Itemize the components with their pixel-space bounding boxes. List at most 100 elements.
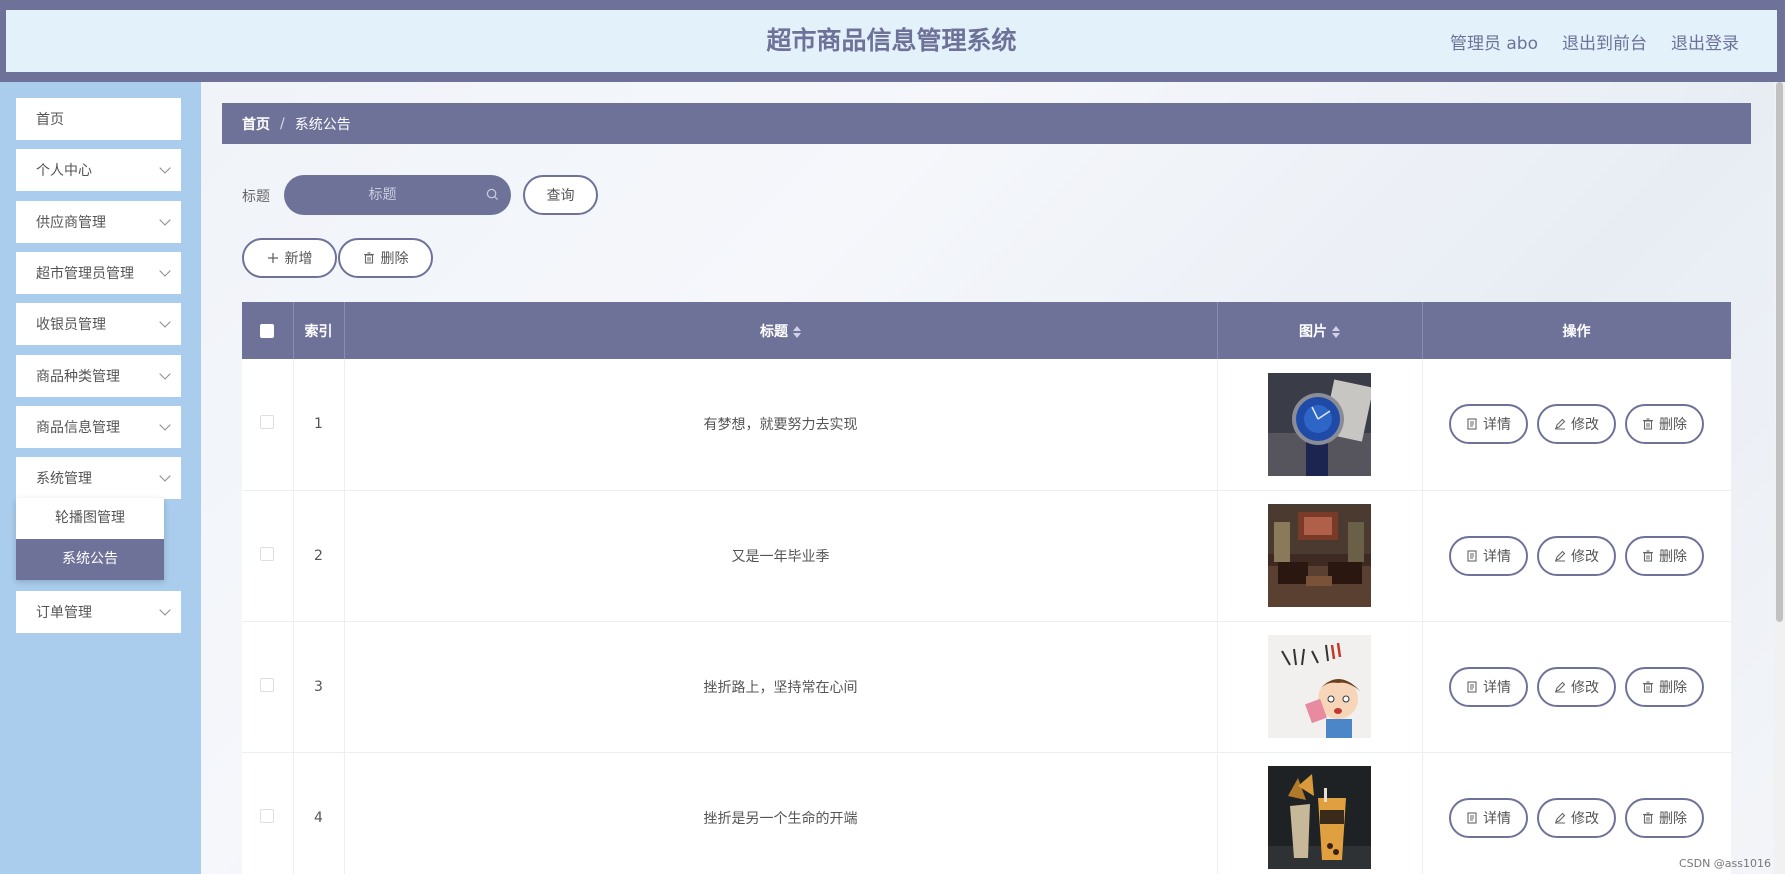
- chevron-down-icon: [159, 162, 171, 174]
- column-header-actions: 操作: [1422, 302, 1731, 359]
- trash-icon: [363, 252, 374, 264]
- sidebar-item-store-admin[interactable]: 超市管理员管理: [16, 252, 181, 294]
- delete-button[interactable]: 删除: [1625, 666, 1704, 707]
- edit-label: 修改: [1571, 548, 1599, 565]
- batch-delete-button[interactable]: 删除: [338, 238, 433, 278]
- trash-icon: [1643, 549, 1653, 562]
- column-header-image[interactable]: 图片: [1217, 302, 1423, 359]
- column-header-index: 索引: [293, 302, 345, 359]
- column-header-title[interactable]: 标题: [344, 302, 1218, 359]
- table-row: 2 又是一年毕业季 详情 修改 删除: [242, 490, 1731, 622]
- delete-label: 删除: [1659, 679, 1687, 696]
- sidebar-item-category[interactable]: 商品种类管理: [16, 355, 181, 397]
- edit-button[interactable]: 修改: [1537, 535, 1616, 576]
- detail-button[interactable]: 详情: [1449, 797, 1528, 838]
- document-icon: [1467, 680, 1477, 693]
- submenu-item-announcement[interactable]: 系统公告: [16, 539, 164, 580]
- submenu-item-carousel[interactable]: 轮播图管理: [16, 498, 164, 539]
- sidebar-item-system[interactable]: 系统管理: [16, 457, 181, 499]
- row-actions-cell: 详情 修改 删除: [1422, 490, 1731, 622]
- edit-button[interactable]: 修改: [1537, 404, 1616, 445]
- delete-button[interactable]: 删除: [1625, 797, 1704, 838]
- sidebar-item-label: 系统管理: [36, 471, 92, 487]
- row-checkbox[interactable]: [260, 546, 275, 561]
- row-checkbox[interactable]: [260, 808, 275, 823]
- select-all-checkbox[interactable]: [260, 323, 275, 338]
- row-actions-cell: 详情 修改 删除: [1422, 752, 1731, 874]
- exit-to-front-link[interactable]: 退出到前台: [1562, 29, 1647, 54]
- trash-icon: [1643, 680, 1653, 693]
- pencil-icon: [1555, 550, 1566, 561]
- document-icon: [1467, 811, 1477, 824]
- sidebar-item-label: 商品种类管理: [36, 369, 120, 385]
- search-box: [284, 175, 511, 215]
- add-button-label: 新增: [284, 251, 313, 267]
- scrollbar-thumb[interactable]: [1776, 82, 1783, 622]
- detail-label: 详情: [1483, 548, 1511, 565]
- sidebar-item-orders[interactable]: 订单管理: [16, 591, 181, 633]
- sort-icon[interactable]: [793, 325, 801, 339]
- search-icon: [486, 188, 499, 201]
- row-index: 1: [293, 359, 345, 491]
- column-header-label: 图片: [1299, 323, 1327, 340]
- detail-label: 详情: [1483, 810, 1511, 827]
- chevron-down-icon: [159, 419, 171, 431]
- row-index: 3: [293, 621, 345, 753]
- document-icon: [1467, 418, 1477, 430]
- row-image-cell: [1217, 490, 1423, 622]
- chevron-down-icon: [159, 214, 171, 226]
- page-scrollbar[interactable]: [1774, 82, 1785, 874]
- delete-button[interactable]: 删除: [1625, 535, 1704, 576]
- row-image-cell: [1217, 359, 1423, 491]
- detail-label: 详情: [1483, 679, 1511, 696]
- sidebar-item-label: 收银员管理: [36, 317, 106, 333]
- trash-icon: [1643, 418, 1653, 430]
- search-input[interactable]: [284, 175, 511, 215]
- sidebar-item-supplier[interactable]: 供应商管理: [16, 201, 181, 243]
- breadcrumb-home[interactable]: 首页: [242, 114, 270, 134]
- cartoon-photo: [1268, 635, 1371, 738]
- detail-button[interactable]: 详情: [1449, 535, 1528, 576]
- breadcrumb-current: 系统公告: [294, 116, 351, 133]
- system-submenu: 轮播图管理 系统公告: [16, 498, 164, 580]
- sort-icon[interactable]: [1332, 325, 1340, 339]
- watermark: CSDN @ass1016: [1678, 857, 1771, 870]
- sidebar-item-personal-center[interactable]: 个人中心: [16, 149, 181, 191]
- row-image-cell: [1217, 752, 1423, 874]
- sidebar-item-cashier[interactable]: 收银员管理: [16, 303, 181, 345]
- delete-button[interactable]: 删除: [1625, 404, 1704, 445]
- chevron-down-icon: [159, 316, 171, 328]
- row-checkbox[interactable]: [260, 415, 275, 430]
- header-links: 管理员 abo 退出到前台 退出登录: [1450, 10, 1739, 72]
- plus-icon: [267, 253, 278, 263]
- sidebar-item-goods-info[interactable]: 商品信息管理: [16, 406, 181, 448]
- interior-photo: [1268, 504, 1371, 607]
- edit-label: 修改: [1571, 810, 1599, 827]
- chevron-down-icon: [159, 604, 171, 616]
- row-checkbox[interactable]: [260, 677, 275, 692]
- watch-photo: [1268, 372, 1371, 476]
- sidebar: 首页 个人中心 供应商管理 超市管理员管理 收银员管理 商品种类管理 商品信息管…: [0, 82, 201, 874]
- row-index: 2: [293, 490, 345, 622]
- query-button-label: 查询: [546, 188, 575, 204]
- table-row: 1 有梦想，就要努力去实现 详情 修改 删除: [242, 359, 1731, 491]
- sidebar-item-label: 首页: [36, 112, 64, 128]
- detail-button[interactable]: 详情: [1449, 666, 1528, 707]
- table-row: 4 挫折是另一个生命的开端 详情 修改 删除: [242, 752, 1731, 874]
- detail-label: 详情: [1483, 417, 1511, 434]
- breadcrumb-separator: /: [280, 115, 285, 132]
- row-select-cell: [242, 621, 294, 753]
- delete-label: 删除: [1659, 417, 1687, 434]
- add-button[interactable]: 新增: [242, 238, 337, 278]
- row-title: 又是一年毕业季: [344, 490, 1218, 622]
- sidebar-item-home[interactable]: 首页: [16, 98, 181, 140]
- query-button[interactable]: 查询: [523, 175, 598, 215]
- row-actions-cell: 详情 修改 删除: [1422, 621, 1731, 753]
- logout-link[interactable]: 退出登录: [1671, 29, 1739, 54]
- sidebar-item-label: 订单管理: [36, 605, 92, 621]
- sidebar-item-label: 超市管理员管理: [36, 266, 134, 282]
- detail-button[interactable]: 详情: [1449, 404, 1528, 445]
- row-index: 4: [293, 752, 345, 874]
- edit-button[interactable]: 修改: [1537, 666, 1616, 707]
- edit-button[interactable]: 修改: [1537, 797, 1616, 838]
